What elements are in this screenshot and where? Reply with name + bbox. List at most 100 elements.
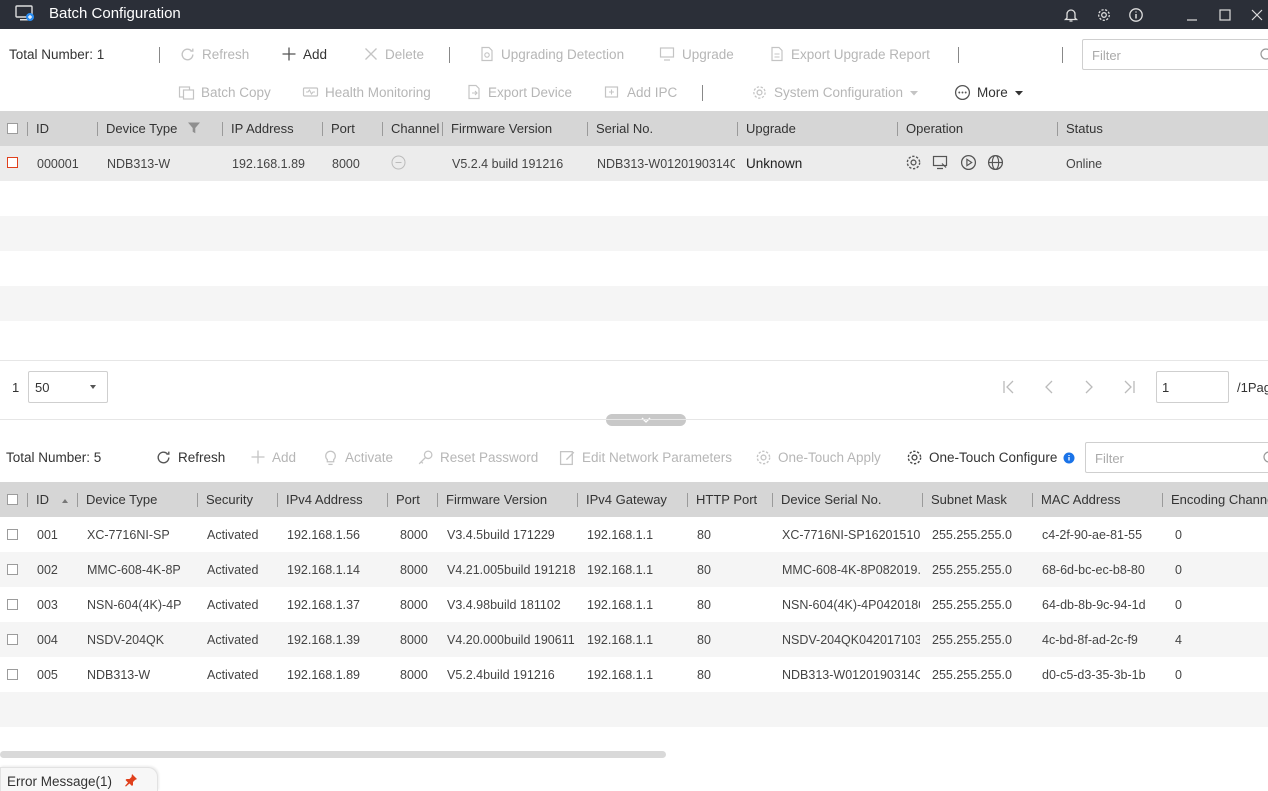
activate-button[interactable]: Activate [322,449,393,466]
column-header-device-serial-no[interactable]: Device Serial No. [781,482,881,517]
cell-subnet-mask: 255.255.255.0 [932,668,1012,682]
copy-icon [178,86,195,100]
close-icon[interactable] [1244,0,1268,29]
play-icon[interactable] [960,154,977,174]
export-upgrade-report-button[interactable]: Export Upgrade Report [769,46,930,62]
lower-filter-input[interactable]: Filter [1085,442,1268,473]
more-dropdown[interactable]: More [954,84,1024,101]
minimize-icon[interactable] [1179,0,1205,29]
prev-page-icon[interactable] [1038,378,1060,396]
globe-icon[interactable] [987,154,1004,174]
table-row[interactable]: 003 NSN-604(4K)-4P Activated 192.168.1.3… [0,587,1268,622]
last-page-icon[interactable] [1118,378,1140,396]
divider [958,47,959,63]
column-header-ip-address[interactable]: IP Address [231,111,294,146]
horizontal-scrollbar[interactable] [0,751,666,758]
cell-ipv4-gateway: 192.168.1.1 [587,598,654,612]
column-header-upgrade[interactable]: Upgrade [746,111,796,146]
column-header-subnet-mask[interactable]: Subnet Mask [931,482,1007,517]
column-header-channel[interactable]: Channel [391,111,439,146]
sort-ascending-icon[interactable] [61,493,69,508]
table-row[interactable]: 005 NDB313-W Activated 192.168.1.89 8000… [0,657,1268,692]
column-header-port[interactable]: Port [396,482,420,517]
cell-security: Activated [207,668,259,682]
divider [449,47,450,63]
table-row[interactable]: 001 XC-7716NI-SP Activated 192.168.1.56 … [0,517,1268,552]
column-header-status[interactable]: Status [1066,111,1103,146]
cell-id: 003 [37,598,58,612]
settings-icon [756,450,771,465]
one-touch-configure-button[interactable]: One-Touch Configure [906,449,1075,466]
delete-button[interactable]: Delete [363,46,424,62]
export-device-button[interactable]: Export Device [466,84,572,100]
select-all-checkbox[interactable] [7,123,18,134]
cell-security: Activated [207,598,259,612]
add-button[interactable]: Add [281,46,327,62]
row-checkbox[interactable] [7,157,18,168]
channel-collapsed-icon[interactable] [391,155,406,173]
one-touch-configure-label: One-Touch Configure [929,450,1058,465]
upper-filter-input[interactable]: Filter [1082,39,1268,70]
column-header-operation[interactable]: Operation [906,111,963,146]
remote-monitor-icon[interactable] [932,154,949,174]
cell-firmware-version: V5.2.4build 191216 [447,668,555,682]
column-header-mac-address[interactable]: MAC Address [1041,482,1120,517]
column-header-port[interactable]: Port [331,111,355,146]
remote-config-icon[interactable] [905,154,922,174]
column-header-firmware-version[interactable]: Firmware Version [451,111,552,146]
cell-firmware-version: V3.4.98build 181102 [447,598,561,612]
goto-page-input[interactable]: 1 [1156,371,1229,403]
column-header-encoding-channel[interactable]: Encoding Channel [1171,482,1268,517]
column-header-ipv4-gateway[interactable]: IPv4 Gateway [586,482,667,517]
health-monitoring-button[interactable]: Health Monitoring [302,84,431,100]
row-checkbox[interactable] [7,634,18,645]
row-checkbox[interactable] [7,564,18,575]
maximize-icon[interactable] [1212,0,1238,29]
next-page-icon[interactable] [1078,378,1100,396]
pin-icon[interactable] [124,773,138,790]
first-page-icon[interactable] [998,378,1020,396]
column-header-id[interactable]: ID [36,111,49,146]
batch-copy-button[interactable]: Batch Copy [178,84,271,100]
column-header-device-type[interactable]: Device Type [106,111,177,146]
splitter-handle[interactable] [606,414,686,426]
cell-status: Online [1066,157,1103,171]
cell-http-port: 80 [697,598,711,612]
cell-ipv4-address: 192.168.1.39 [287,633,360,647]
edit-network-parameters-button[interactable]: Edit Network Parameters [559,449,732,466]
row-checkbox[interactable] [7,599,18,610]
online-refresh-button[interactable]: Refresh [155,449,225,466]
table-row[interactable]: 000001 NDB313-W 192.168.1.89 8000 V5.2.4… [0,146,1268,181]
table-row[interactable]: 002 MMC-608-4K-8P Activated 192.168.1.14… [0,552,1268,587]
column-header-device-type[interactable]: Device Type [86,482,157,517]
error-message-tab[interactable]: Error Message(1) [0,767,158,791]
filter-funnel-icon[interactable] [187,121,201,138]
bell-icon[interactable] [1058,0,1084,29]
column-header-id[interactable]: ID [36,482,49,517]
column-header-http-port[interactable]: HTTP Port [696,482,757,517]
column-header-serial-no[interactable]: Serial No. [596,111,653,146]
column-header-ipv4-address[interactable]: IPv4 Address [286,482,363,517]
online-add-button[interactable]: Add [250,449,296,465]
cell-http-port: 80 [697,528,711,542]
table-row[interactable]: 004 NSDV-204QK Activated 192.168.1.39 80… [0,622,1268,657]
upgrading-detection-button[interactable]: Upgrading Detection [479,46,624,62]
refresh-button[interactable]: Refresh [179,46,249,63]
gear-icon[interactable] [1091,0,1117,29]
page-size-select[interactable]: 50 [28,371,108,403]
one-touch-apply-button[interactable]: One-Touch Apply [755,449,881,466]
column-header-security[interactable]: Security [206,482,253,517]
info-icon[interactable] [1123,0,1149,29]
reset-password-button[interactable]: Reset Password [417,449,538,466]
add-ipc-button[interactable]: Add IPC [604,84,677,100]
system-configuration-dropdown[interactable]: System Configuration [751,84,919,101]
column-header-firmware-version[interactable]: Firmware Version [446,482,547,517]
cell-mac-address: 4c-bd-8f-ad-2c-f9 [1042,633,1138,647]
cell-upgrade: Unknown [746,156,803,171]
info-badge-icon[interactable] [1063,452,1075,464]
upgrade-button[interactable]: Upgrade [659,46,734,62]
cell-port: 8000 [332,157,360,171]
select-all-checkbox[interactable] [7,494,18,505]
row-checkbox[interactable] [7,669,18,680]
row-checkbox[interactable] [7,529,18,540]
